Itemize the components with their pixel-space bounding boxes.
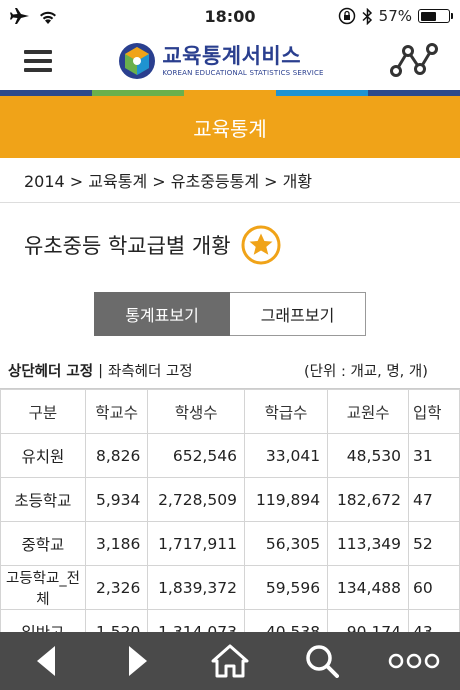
- battery-percent: 57%: [378, 7, 412, 25]
- forward-button[interactable]: [108, 636, 168, 686]
- back-arrow-icon: [37, 646, 55, 676]
- table-cell: 134,488: [327, 565, 410, 610]
- table-cell: 2,728,509: [147, 477, 245, 522]
- table-row: 일반고 1,520 1,314,073 40,538 90,174 43: [0, 609, 460, 632]
- table-cell: 1,520: [84, 609, 149, 632]
- menu-icon[interactable]: [24, 50, 52, 72]
- table-cell: 5,934: [84, 477, 149, 522]
- bluetooth-icon: [362, 7, 372, 25]
- graph-view-button[interactable]: 그래프보기: [230, 292, 366, 336]
- row-header: 고등학교_전체: [0, 565, 86, 610]
- bottom-toolbar: [0, 632, 460, 690]
- column-header: 학급수: [243, 389, 329, 434]
- back-button[interactable]: [16, 636, 76, 686]
- share-icon[interactable]: [390, 41, 438, 81]
- table-cell: 56,305: [243, 521, 329, 566]
- fixed-header-option[interactable]: 상단헤더 고정: [8, 360, 93, 381]
- fixed-column-option[interactable]: 좌측헤더 고정: [108, 360, 193, 381]
- table-options: 상단헤더 고정 | 좌측헤더 고정 (단위 : 개교, 명, 개): [8, 360, 460, 381]
- table-cell: 47: [408, 477, 460, 522]
- column-header: 구분: [0, 389, 86, 434]
- unit-label: (단위 : 개교, 명, 개): [304, 364, 428, 380]
- row-header: 초등학교: [0, 477, 86, 522]
- section-banner: 교육통계: [0, 96, 460, 158]
- table-header-row: 구분 학교수 학생수 학급수 교원수 입학: [0, 389, 460, 434]
- home-icon: [211, 644, 249, 678]
- breadcrumb[interactable]: 2014 > 교육통계 > 유초중등통계 > 개황: [0, 158, 460, 203]
- table-cell: 40,538: [243, 609, 329, 632]
- breadcrumb-text[interactable]: 2014 > 교육통계 > 유초중등통계 > 개황: [24, 168, 312, 192]
- stats-table-container[interactable]: 구분 학교수 학생수 학급수 교원수 입학 유치원 8,826 652,546 …: [0, 388, 460, 632]
- table-cell: 48,530: [327, 433, 410, 478]
- table-row: 고등학교_전체 2,326 1,839,372 59,596 134,488 6…: [0, 565, 460, 610]
- banner-title: 교육통계: [193, 116, 267, 141]
- table-cell: 652,546: [147, 433, 245, 478]
- battery-level: [420, 11, 436, 21]
- status-bar: 18:00 57%: [0, 0, 460, 32]
- favorite-star-icon[interactable]: [241, 225, 281, 265]
- table-cell: 119,894: [243, 477, 329, 522]
- table-cell: 182,672: [327, 477, 410, 522]
- table-cell: 59,596: [243, 565, 329, 610]
- rotation-lock-icon: [338, 7, 355, 25]
- table-cell: 113,349: [327, 521, 410, 566]
- battery-icon: [418, 9, 453, 23]
- option-separator: |: [98, 362, 103, 379]
- logo-subtitle: KOREAN EDUCATIONAL STATISTICS SERVICE: [162, 69, 324, 77]
- more-button[interactable]: [384, 636, 444, 686]
- view-toggle: 통계표보기 그래프보기: [94, 292, 366, 336]
- row-header: 일반고: [0, 609, 86, 632]
- table-cell: 52: [408, 521, 460, 566]
- logo-title: 교육통계서비스: [162, 44, 302, 68]
- forward-arrow-icon: [129, 646, 147, 676]
- table-cell: 3,186: [84, 521, 149, 566]
- table-cell: 90,174: [327, 609, 410, 632]
- column-header: 학생수: [147, 389, 245, 434]
- search-button[interactable]: [292, 636, 352, 686]
- more-icon: [388, 653, 440, 669]
- row-header: 중학교: [0, 521, 86, 566]
- logo-mark-icon: [119, 43, 156, 79]
- stats-table: 구분 학교수 학생수 학급수 교원수 입학 유치원 8,826 652,546 …: [0, 389, 460, 632]
- table-cell: 43: [408, 609, 460, 632]
- column-header: 교원수: [327, 389, 410, 434]
- airplane-icon: [10, 8, 29, 24]
- table-view-button[interactable]: 통계표보기: [94, 292, 230, 336]
- table-cell: 1,717,911: [147, 521, 245, 566]
- table-row: 초등학교 5,934 2,728,509 119,894 182,672 47: [0, 477, 460, 522]
- search-icon: [306, 645, 339, 678]
- column-header: 학교수: [84, 389, 149, 434]
- logo[interactable]: 교육통계서비스 KOREAN EDUCATIONAL STATISTICS SE…: [118, 42, 323, 80]
- page-title: 유초중등 학교급별 개황: [24, 234, 231, 258]
- table-cell: 31: [408, 433, 460, 478]
- table-row: 유치원 8,826 652,546 33,041 48,530 31: [0, 433, 460, 478]
- table-cell: 1,839,372: [147, 565, 245, 610]
- table-cell: 1,314,073: [147, 609, 245, 632]
- table-cell: 33,041: [243, 433, 329, 478]
- wifi-icon: [40, 11, 56, 24]
- table-cell: 60: [408, 565, 460, 610]
- column-header: 입학: [408, 389, 460, 434]
- page-title-row: 유초중등 학교급별 개황: [24, 225, 281, 265]
- table-cell: 2,326: [84, 565, 149, 610]
- app-header: 교육통계서비스 KOREAN EDUCATIONAL STATISTICS SE…: [0, 32, 460, 90]
- table-cell: 8,826: [84, 433, 149, 478]
- home-button[interactable]: [200, 636, 260, 686]
- table-row: 중학교 3,186 1,717,911 56,305 113,349 52: [0, 521, 460, 566]
- row-header: 유치원: [0, 433, 86, 478]
